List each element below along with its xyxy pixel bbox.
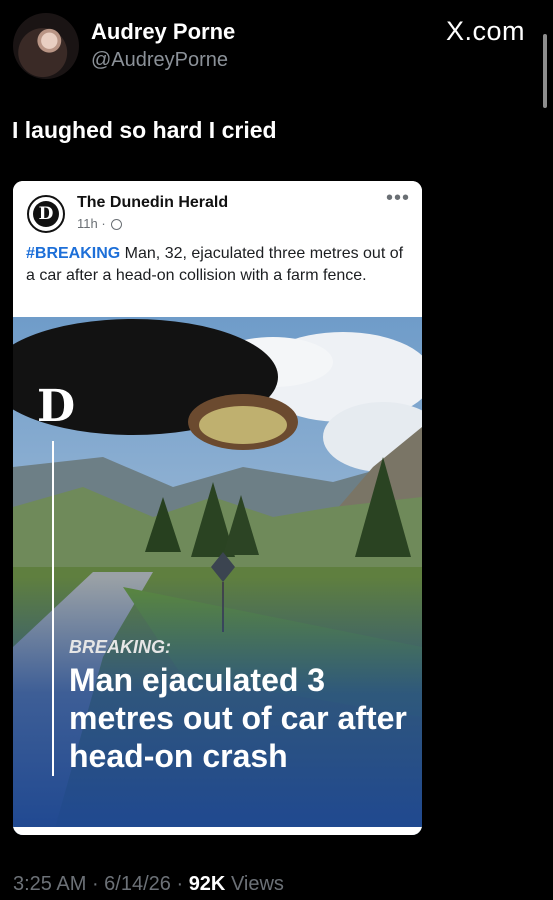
post-caption: #BREAKING Man, 32, ejaculated three metr…: [26, 243, 416, 287]
more-horizontal-icon[interactable]: •••: [386, 187, 410, 210]
hashtag-breaking[interactable]: #BREAKING: [26, 245, 120, 262]
meta-separator: ·: [86, 873, 105, 895]
page-logo[interactable]: D: [27, 195, 65, 233]
tweet-time[interactable]: 3:25 AM: [13, 873, 86, 895]
globe-icon: [111, 219, 123, 230]
post-time-text: 11h ·: [77, 216, 106, 231]
accent-line: [52, 441, 54, 776]
embedded-post-card[interactable]: D The Dunedin Herald 11h · ••• #BREAKING…: [13, 181, 422, 835]
author-name[interactable]: Audrey Porne: [91, 19, 235, 45]
scrollbar[interactable]: [543, 34, 547, 108]
card-bottom-edge: [13, 827, 422, 835]
tweet-meta: 3:25 AM · 6/14/26 · 92K Views: [13, 873, 284, 896]
herald-logo: D: [37, 381, 76, 432]
tweet-text: I laughed so hard I cried: [12, 117, 277, 143]
tweet-date[interactable]: 6/14/26: [104, 873, 171, 895]
post-header: D The Dunedin Herald 11h · ••• #BREAKING…: [13, 181, 422, 317]
author-handle[interactable]: @AudreyPorne: [91, 49, 228, 72]
views-count: 92K: [188, 873, 226, 895]
site-logo: X.com: [445, 16, 525, 46]
page-name[interactable]: The Dunedin Herald: [77, 194, 228, 212]
breaking-label: BREAKING:: [69, 637, 171, 657]
meta-separator: ·: [170, 873, 189, 895]
image-headline: Man ejaculated 3 metres out of car after…: [69, 662, 407, 774]
post-image[interactable]: D BREAKING: Man ejaculated 3 metres out …: [13, 317, 422, 835]
post-time: 11h ·: [77, 216, 123, 231]
views-label: Views: [225, 873, 284, 895]
page-logo-letter: D: [33, 201, 59, 227]
avatar[interactable]: [13, 13, 79, 79]
